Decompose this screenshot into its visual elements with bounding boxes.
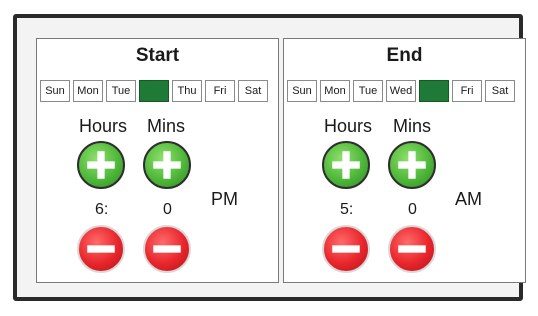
start-day-fri[interactable]: Fri [205, 80, 235, 102]
end-hours-decrement-button[interactable] [322, 225, 370, 273]
minus-icon [332, 245, 360, 253]
start-hours-label: Hours [79, 116, 128, 136]
end-hours-value: 5: [340, 201, 354, 218]
end-title: End [386, 45, 423, 66]
end-mins-label: Mins [393, 116, 432, 136]
end-day-sat[interactable]: Sat [485, 80, 515, 102]
minus-icon [398, 245, 426, 253]
end-day-selector: Sun Mon Tue Wed Thu Fri Sat [287, 80, 522, 102]
start-day-selector: Sun Mon Tue Wed Thu Fri Sat [40, 80, 275, 102]
minus-icon [87, 245, 115, 253]
end-day-fri[interactable]: Fri [452, 80, 482, 102]
end-day-tue[interactable]: Tue [353, 80, 383, 102]
start-day-thu[interactable]: Thu [172, 80, 202, 102]
start-hours-decrement-button[interactable] [77, 225, 125, 273]
end-day-mon[interactable]: Mon [320, 80, 350, 102]
start-title: Start [135, 45, 180, 66]
plus-icon [153, 151, 181, 179]
end-mins-value: 0 [408, 201, 417, 218]
start-day-mon[interactable]: Mon [73, 80, 103, 102]
start-day-tue[interactable]: Tue [106, 80, 136, 102]
end-mins-increment-button[interactable] [388, 141, 436, 189]
start-mins-value: 0 [163, 201, 172, 218]
scheduler-frame: Start Sun Mon Tue Wed Thu Fri Sat Hours … [13, 14, 526, 301]
start-mins-label: Mins [147, 116, 186, 136]
end-day-sun[interactable]: Sun [287, 80, 317, 102]
start-day-sat[interactable]: Sat [238, 80, 268, 102]
minus-icon [153, 245, 181, 253]
end-mins-decrement-button[interactable] [388, 225, 436, 273]
end-ampm-toggle[interactable]: AM [455, 189, 482, 210]
start-mins-increment-button[interactable] [143, 141, 191, 189]
plus-icon [87, 151, 115, 179]
end-day-thu[interactable]: Thu [419, 80, 449, 102]
end-day-wed[interactable]: Wed [386, 80, 416, 102]
start-mins-decrement-button[interactable] [143, 225, 191, 273]
plus-icon [332, 151, 360, 179]
start-panel: Start Sun Mon Tue Wed Thu Fri Sat Hours … [36, 38, 279, 283]
start-hours-increment-button[interactable] [77, 141, 125, 189]
start-ampm-toggle[interactable]: PM [211, 189, 238, 210]
start-day-sun[interactable]: Sun [40, 80, 70, 102]
end-hours-label: Hours [324, 116, 373, 136]
plus-icon [398, 151, 426, 179]
end-hours-increment-button[interactable] [322, 141, 370, 189]
end-panel: End Sun Mon Tue Wed Thu Fri Sat Hours Mi… [283, 38, 526, 283]
start-day-wed[interactable]: Wed [139, 80, 169, 102]
start-hours-value: 6: [95, 201, 109, 218]
